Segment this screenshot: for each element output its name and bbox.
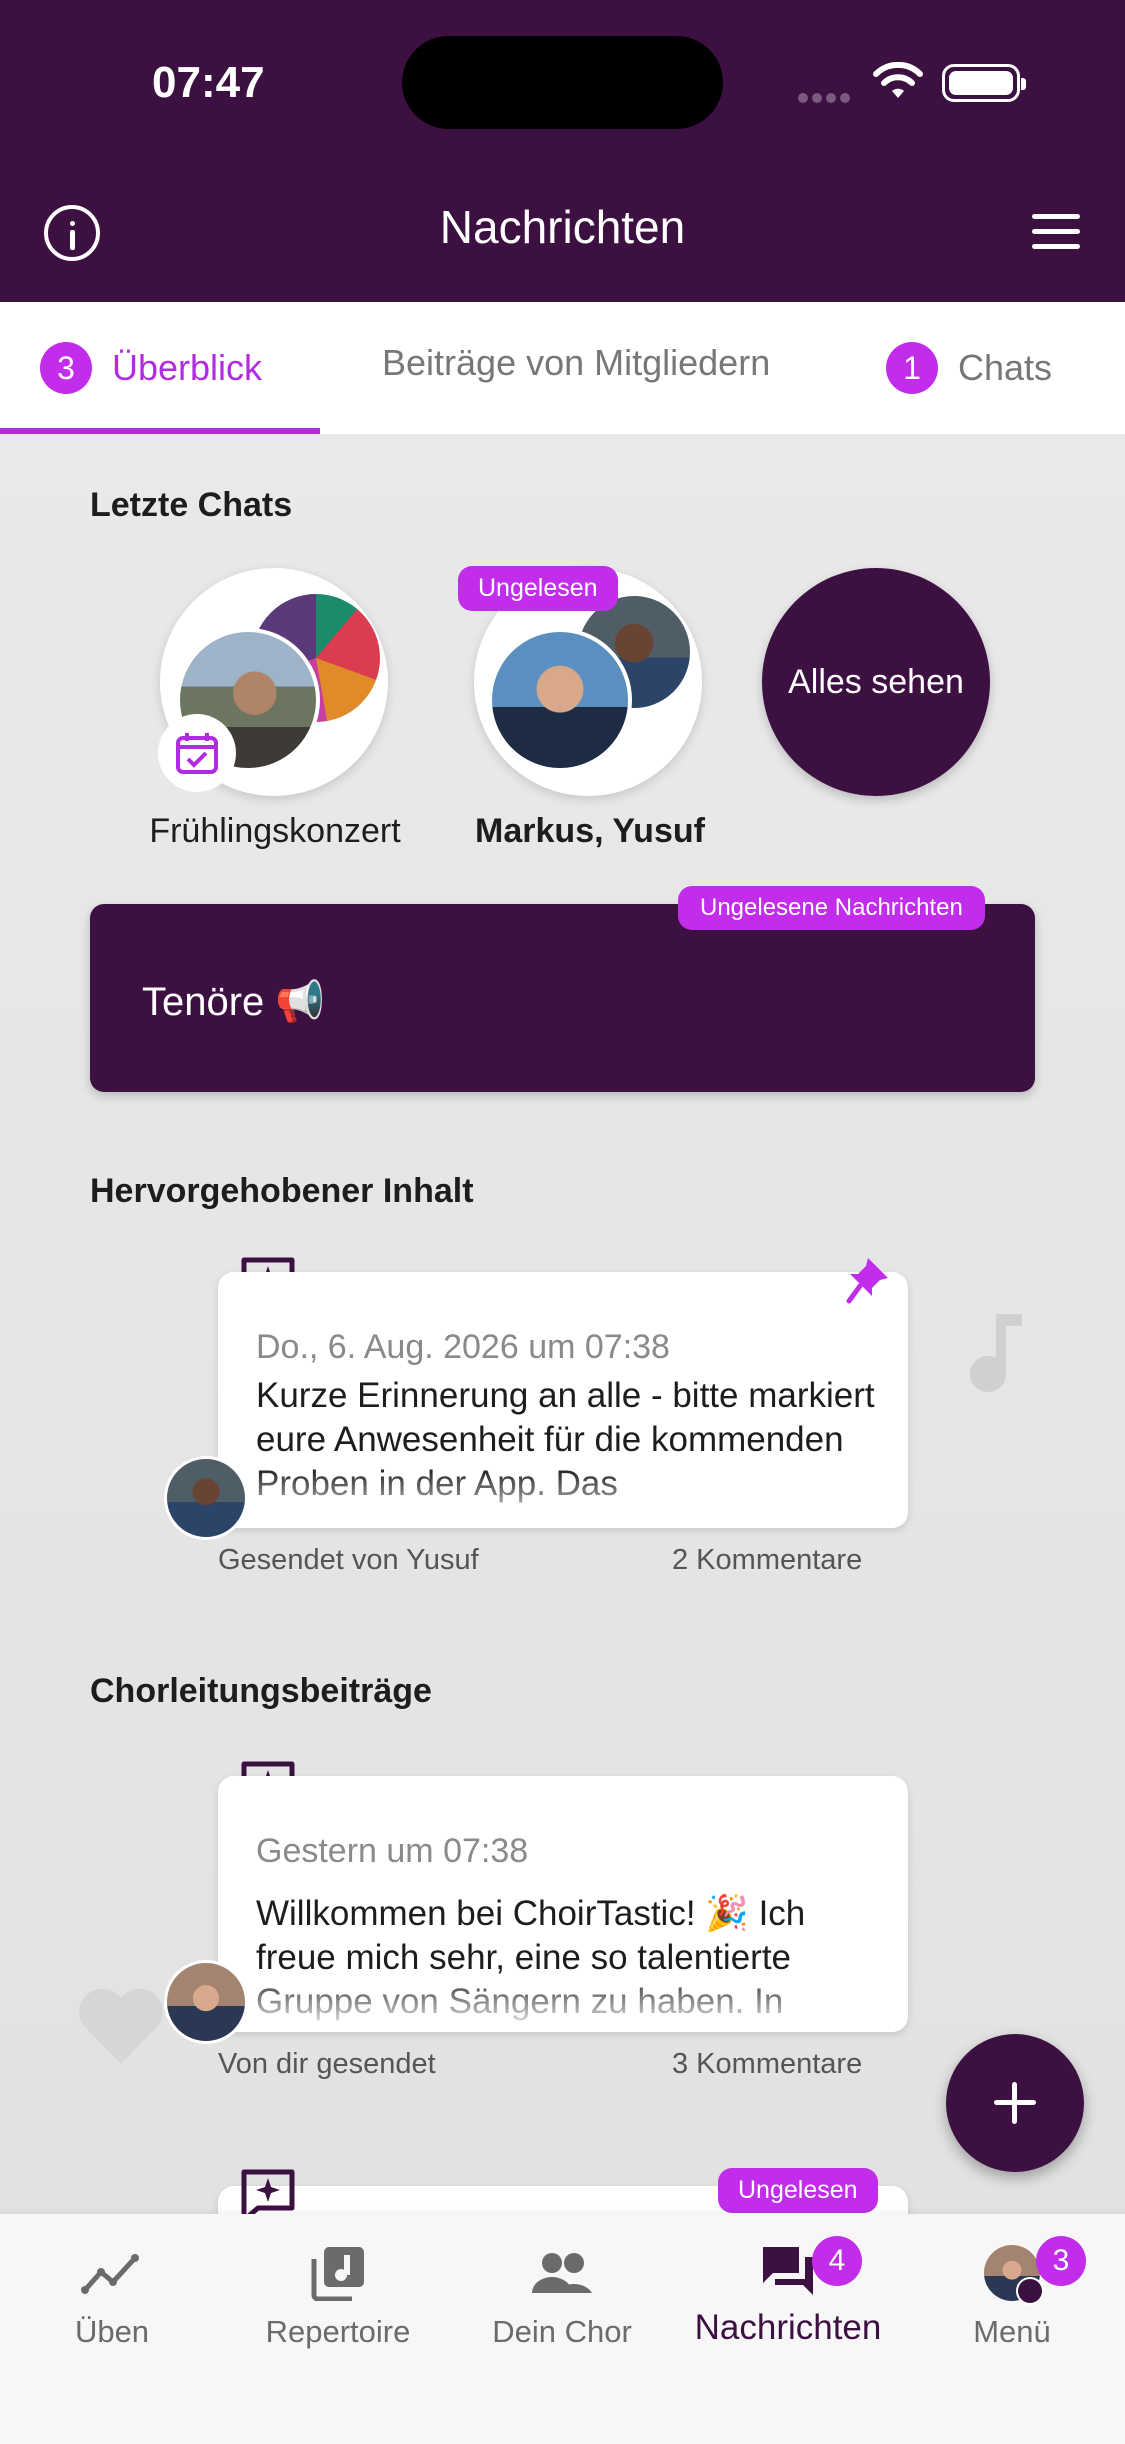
wifi-icon [873,62,923,98]
tab-member-posts[interactable]: Beiträge von Mitgliedern [382,342,770,384]
top-bar: 07:47 Nachrichten [0,0,1125,302]
nav-label: Üben [74,2314,150,2349]
nav-label: Dein Chor [492,2314,632,2349]
hamburger-menu-icon[interactable] [1032,214,1080,250]
see-all-button[interactable]: Alles sehen [762,568,990,796]
post-sender: Gesendet von Yusuf [218,1544,479,1576]
tab-label: Überblick [112,347,263,388]
nav-label: Nachrichten [694,2308,882,2347]
post-date: Gestern um 07:38 [256,1832,529,1870]
leader-posts-title: Chorleitungsbeiträge [90,1672,432,1710]
nav-label: Repertoire [265,2314,411,2349]
nav-choir[interactable]: Dein Chor [462,2238,662,2350]
library-music-icon [311,2247,364,2301]
post-sender: Von dir gesendet [218,2048,436,2080]
tab-chats[interactable]: 1 Chats [886,342,1052,394]
tab-label: Chats [958,347,1053,388]
nav-messages[interactable]: Nachrichten [675,2238,901,2348]
sender-avatar [164,1456,248,1540]
highlighted-title: Hervorgehobener Inhalt [90,1172,474,1210]
bottom-navigation: Üben Repertoire Dein Chor Nachrichten 4 … [0,2214,1125,2444]
dynamic-island [402,36,723,129]
status-time: 07:47 [152,58,265,107]
forum-icon [763,2247,813,2295]
profile-avatar [984,2245,1044,2305]
unread-badge: Ungelesen [718,2168,878,2213]
comments-link[interactable]: 3 Kommentare [672,2048,862,2081]
sender-avatar [164,1960,248,2044]
music-note-icon [970,1314,1022,1392]
nav-label: Menü [973,2314,1051,2349]
banner-text: Tenöre 📢 [142,980,326,1024]
highlighted-post-card[interactable]: Do., 6. Aug. 2026 um 07:38 Kurze Erinner… [218,1272,908,1528]
avatar [488,628,632,772]
signal-icon [798,90,854,103]
practice-icon [81,2254,139,2294]
add-post-button[interactable] [946,2034,1084,2172]
post-date: Do., 6. Aug. 2026 um 07:38 [256,1328,670,1366]
comments-link[interactable]: 2 Kommentare [672,1544,862,1577]
tab-badge: 3 [40,342,92,394]
people-icon [532,2253,592,2293]
menu-icon [1016,2277,1044,2305]
chat-label: Frühlingskonzert [149,812,401,850]
nav-badge: 3 [1036,2236,1086,2286]
leader-post-card[interactable]: Gestern um 07:38 Willkommen bei ChoirTas… [218,1776,908,2032]
chat-label: Markus, Yusuf [475,812,705,850]
page-title: Nachrichten [439,201,686,253]
tab-bar: 3 Überblick Beiträge von Mitgliedern 1 C… [0,302,1125,434]
tab-badge: 1 [886,342,938,394]
unread-messages-badge: Ungelesene Nachrichten [678,886,985,930]
nav-badge: 4 [812,2236,862,2286]
nav-repertoire[interactable]: Repertoire [238,2238,438,2350]
heart-icon [79,1988,163,2064]
unread-badge: Ungelesen [458,566,618,611]
nav-practice[interactable]: Üben [12,2238,212,2350]
tab-overview[interactable]: 3 Überblick [40,342,262,394]
tab-label: Beiträge von Mitgliedern [382,342,771,383]
calendar-icon [158,714,236,792]
channel-banner-tenoere[interactable]: Tenöre 📢 [90,904,1035,1092]
pin-icon [846,1258,888,1304]
battery-icon [942,64,1026,102]
recent-chats-title: Letzte Chats [90,486,293,524]
